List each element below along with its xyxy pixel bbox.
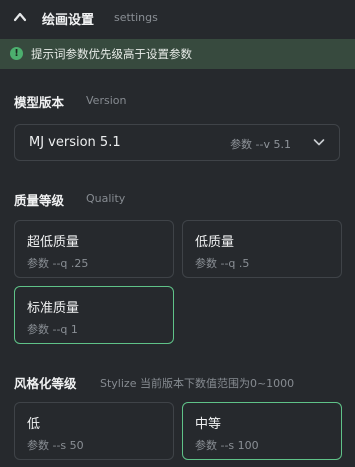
quality-subtitle: Quality	[86, 192, 126, 205]
version-selected-value: MJ version 5.1	[29, 135, 121, 150]
option-param: 参数 --s 100	[195, 439, 259, 452]
version-subtitle: Version	[86, 94, 127, 107]
version-param: 参数 --v 5.1	[230, 138, 291, 151]
option-param: 参数 --q .25	[27, 257, 89, 270]
settings-header[interactable]: 绘画设置 settings	[0, 0, 355, 36]
option-label: 中等	[195, 417, 222, 432]
info-icon: !	[10, 47, 23, 60]
settings-subtitle: settings	[114, 11, 158, 24]
version-title: 模型版本	[14, 95, 65, 110]
chevron-down-icon	[313, 139, 325, 146]
quality-option-low[interactable]: 低质量 参数 --q .5	[182, 220, 342, 278]
notice-text: 提示词参数优先级高于设置参数	[31, 47, 192, 61]
option-label: 低质量	[195, 235, 235, 250]
stylize-title: 风格化等级	[14, 376, 77, 391]
stylize-option-medium[interactable]: 中等 参数 --s 100	[182, 402, 342, 460]
option-param: 参数 --q .5	[195, 257, 250, 270]
quality-option-ultra-low[interactable]: 超低质量 参数 --q .25	[14, 220, 174, 278]
stylize-subtitle: Stylize 当前版本下数值范围为0~1000	[100, 377, 295, 390]
option-label: 低	[27, 417, 41, 432]
chevron-up-icon[interactable]	[13, 11, 27, 23]
option-label: 标准质量	[27, 301, 80, 316]
priority-notice: ! 提示词参数优先级高于设置参数	[0, 39, 355, 69]
option-param: 参数 --s 50	[27, 439, 84, 452]
option-param: 参数 --q 1	[27, 323, 78, 336]
settings-title: 绘画设置	[42, 13, 95, 28]
version-select[interactable]: MJ version 5.1 参数 --v 5.1	[14, 124, 340, 161]
quality-option-standard[interactable]: 标准质量 参数 --q 1	[14, 286, 174, 344]
option-label: 超低质量	[27, 235, 80, 250]
quality-title: 质量等级	[14, 193, 65, 208]
stylize-option-low[interactable]: 低 参数 --s 50	[14, 402, 174, 460]
